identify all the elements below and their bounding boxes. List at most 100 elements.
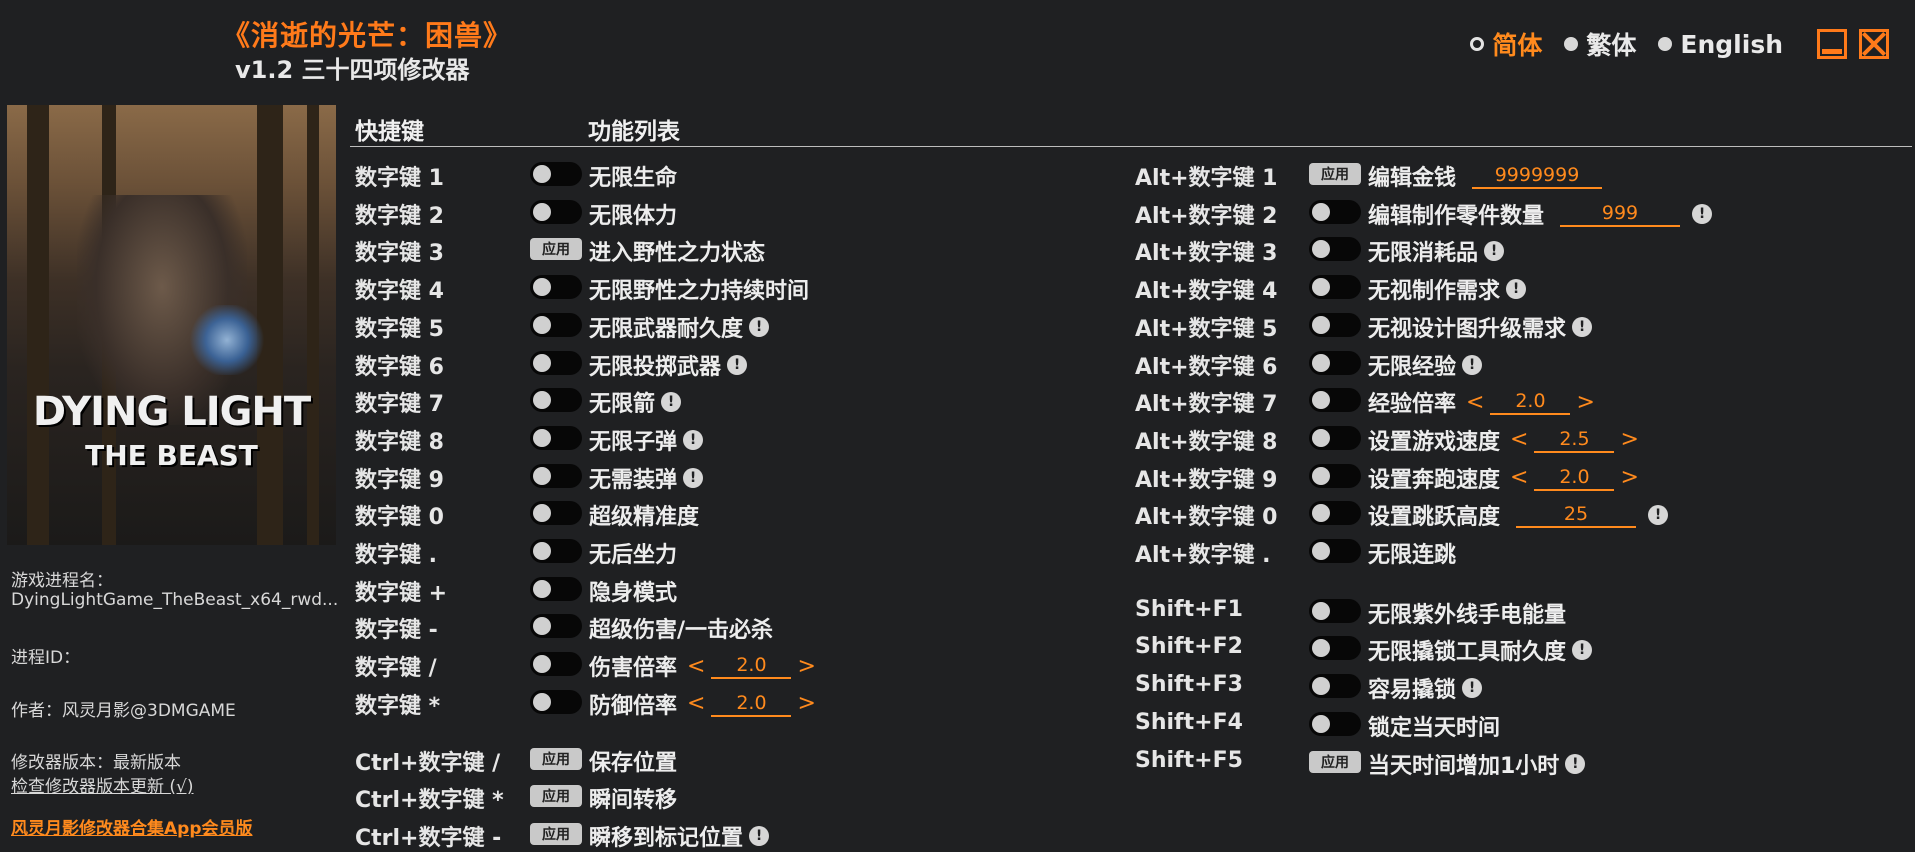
warning-icon[interactable]: ! <box>1462 354 1483 375</box>
decrease-arrow-icon[interactable]: < <box>1510 427 1528 452</box>
left-hotkey: 数字键 1 <box>355 166 444 191</box>
toggle-switch[interactable] <box>1309 501 1361 526</box>
toggle-switch[interactable] <box>1309 199 1361 224</box>
toggle-switch[interactable] <box>530 425 582 450</box>
feature-label: 设置奔跑速度 <box>1368 467 1501 493</box>
feature-label: 无视制作需求 <box>1368 279 1501 305</box>
right-hotkey: Shift+F2 <box>1135 634 1243 660</box>
feature-item: 无限生命 <box>589 160 677 192</box>
warning-icon[interactable]: ! <box>661 392 682 413</box>
increase-arrow-icon[interactable]: > <box>1576 390 1594 415</box>
toggle-switch[interactable] <box>530 576 582 601</box>
header-divider <box>350 146 1912 147</box>
value-input[interactable]: 25 <box>1516 502 1637 529</box>
feature-item: 无限野性之力持续时间 <box>589 273 809 305</box>
minimize-icon[interactable] <box>1817 29 1847 59</box>
toggle-switch[interactable] <box>530 652 582 677</box>
warning-icon[interactable]: ! <box>683 429 704 450</box>
value-input[interactable]: 9999999 <box>1472 163 1603 189</box>
apply-button[interactable]: 应用 <box>530 238 582 261</box>
warning-icon[interactable]: ! <box>1572 316 1593 337</box>
warning-icon[interactable]: ! <box>1484 241 1505 262</box>
right-hotkey: Shift+F3 <box>1135 672 1243 698</box>
lang-option-simplified[interactable]: 简体 <box>1470 26 1542 62</box>
toggle-switch[interactable] <box>530 463 582 488</box>
value-input[interactable]: 2.0 <box>711 653 792 680</box>
decrease-arrow-icon[interactable]: < <box>687 654 705 679</box>
radio-icon[interactable] <box>1564 37 1579 51</box>
increase-arrow-icon[interactable]: > <box>797 654 815 679</box>
toggle-switch[interactable] <box>530 501 582 526</box>
warning-icon[interactable]: ! <box>749 316 770 337</box>
feature-label: 无后坐力 <box>589 543 678 568</box>
warning-icon[interactable]: ! <box>1692 203 1713 224</box>
toggle-switch[interactable] <box>530 199 582 224</box>
apply-button[interactable]: 应用 <box>1309 163 1361 185</box>
warning-icon[interactable]: ! <box>1462 678 1483 699</box>
toggle-switch[interactable] <box>530 539 582 563</box>
toggle-switch[interactable] <box>530 275 582 300</box>
feature-item: 编辑制作零件数量 999! <box>1368 198 1713 230</box>
value-input[interactable]: 2.0 <box>1534 465 1615 491</box>
increase-arrow-icon[interactable]: > <box>1620 427 1638 452</box>
warning-icon[interactable]: ! <box>1565 753 1586 774</box>
value-input[interactable]: 2.0 <box>711 691 792 717</box>
toggle-switch[interactable] <box>1309 674 1361 699</box>
toggle-switch[interactable] <box>1309 237 1361 262</box>
apply-button[interactable]: 应用 <box>1309 750 1361 773</box>
feature-label: 瞬移到标记位置 <box>589 825 744 851</box>
feature-label: 锁定当天时间 <box>1368 715 1501 741</box>
lang-label: 繁体 <box>1586 31 1637 60</box>
warning-icon[interactable]: ! <box>749 825 770 846</box>
toggle-switch[interactable] <box>1309 388 1361 413</box>
value-input[interactable]: 2.5 <box>1534 427 1615 453</box>
toggle-switch[interactable] <box>1309 312 1361 337</box>
lang-option-traditional[interactable]: 繁体 <box>1564 26 1636 62</box>
toggle-switch[interactable] <box>530 388 582 413</box>
warning-icon[interactable]: ! <box>1648 505 1669 526</box>
decrease-arrow-icon[interactable]: < <box>687 691 705 716</box>
toggle-switch[interactable] <box>1309 275 1361 300</box>
app-member-link[interactable]: 风灵月影修改器合集App会员版 <box>11 814 253 839</box>
toggle-switch[interactable] <box>530 162 582 186</box>
feature-item: 经验倍率 <2.0 > <box>1368 386 1595 418</box>
lang-option-english[interactable]: English <box>1658 30 1783 59</box>
toggle-switch[interactable] <box>1309 598 1361 623</box>
toggle-switch[interactable] <box>1309 425 1361 450</box>
decrease-arrow-icon[interactable]: < <box>1466 390 1484 415</box>
radio-selected-icon[interactable] <box>1470 37 1485 51</box>
feature-item: 无限消耗品! <box>1368 235 1505 267</box>
toggle-switch[interactable] <box>530 614 582 639</box>
toggle-switch[interactable] <box>1309 539 1361 563</box>
radio-icon[interactable] <box>1658 37 1673 51</box>
value-input[interactable]: 999 <box>1560 201 1681 227</box>
cover-logo-line2: THE BEAST <box>85 439 258 472</box>
value-input[interactable]: 2.0 <box>1490 389 1571 416</box>
toggle-switch[interactable] <box>530 689 582 714</box>
right-hotkey: Alt+数字键 3 <box>1135 241 1278 267</box>
toggle-switch[interactable] <box>1309 711 1361 736</box>
toggle-switch[interactable] <box>1309 350 1361 375</box>
warning-icon[interactable]: ! <box>1506 279 1527 300</box>
decrease-arrow-icon[interactable]: < <box>1510 465 1528 490</box>
value-editor: 9999999 <box>1466 163 1608 189</box>
toggle-switch[interactable] <box>530 312 582 337</box>
toggle-switch[interactable] <box>530 350 582 375</box>
warning-icon[interactable]: ! <box>683 467 704 488</box>
apply-button[interactable]: 应用 <box>530 822 582 845</box>
right-hotkey: Alt+数字键 7 <box>1135 392 1278 418</box>
increase-arrow-icon[interactable]: > <box>797 691 815 716</box>
feature-item: 无限箭! <box>589 386 682 418</box>
check-update-link[interactable]: 检查修改器版本更新 (√) <box>11 772 194 797</box>
feature-label: 编辑金钱 <box>1368 166 1457 191</box>
warning-icon[interactable]: ! <box>1572 640 1593 661</box>
feature-label: 无需装弹 <box>589 467 678 493</box>
warning-icon[interactable]: ! <box>727 354 748 375</box>
apply-button[interactable]: 应用 <box>530 747 582 770</box>
close-icon[interactable] <box>1859 29 1889 59</box>
increase-arrow-icon[interactable]: > <box>1620 465 1638 490</box>
feature-label: 设置跳跃高度 <box>1368 505 1501 531</box>
toggle-switch[interactable] <box>1309 463 1361 488</box>
apply-button[interactable]: 应用 <box>530 785 582 808</box>
toggle-switch[interactable] <box>1309 636 1361 661</box>
